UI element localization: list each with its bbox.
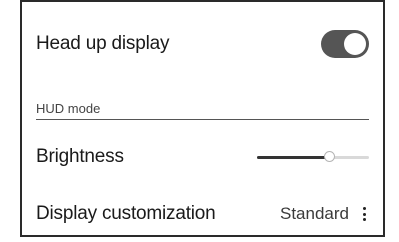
brightness-slider[interactable] bbox=[257, 150, 369, 164]
settings-panel: Head up display HUD mode Brightness Disp… bbox=[20, 0, 385, 237]
hud-label: Head up display bbox=[36, 33, 170, 54]
slider-fill bbox=[257, 156, 329, 159]
display-customization-row[interactable]: Display customization Standard bbox=[36, 198, 369, 230]
hud-row[interactable]: Head up display bbox=[36, 26, 369, 62]
hud-mode-header: HUD mode bbox=[36, 100, 101, 116]
vertical-ellipsis-icon[interactable] bbox=[359, 206, 369, 222]
display-customization-label: Display customization bbox=[36, 203, 216, 224]
display-customization-control[interactable]: Standard bbox=[280, 204, 369, 224]
display-customization-value: Standard bbox=[280, 204, 349, 223]
brightness-label: Brightness bbox=[36, 146, 124, 167]
section-header-hud-mode: HUD mode bbox=[36, 97, 369, 120]
slider-thumb[interactable] bbox=[323, 151, 335, 162]
toggle-knob bbox=[344, 33, 366, 55]
hud-toggle[interactable] bbox=[321, 30, 369, 58]
brightness-row: Brightness bbox=[36, 141, 369, 173]
